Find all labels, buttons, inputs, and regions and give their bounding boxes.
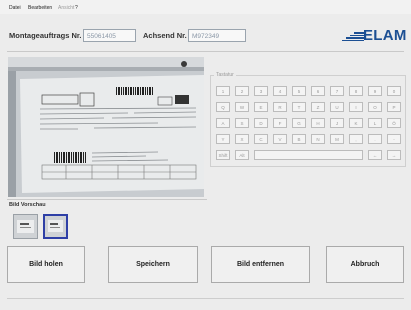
save-button[interactable]: Speichern — [108, 246, 198, 283]
preview-thumbnail-selected[interactable] — [43, 214, 68, 239]
key[interactable]: C — [254, 134, 268, 144]
key[interactable]: Q — [216, 102, 230, 112]
key[interactable]: Z — [311, 102, 325, 112]
key[interactable]: 9 — [368, 86, 382, 96]
keypad-title: Tastatur — [214, 72, 236, 78]
preview-thumbnail[interactable] — [13, 214, 38, 239]
header-divider — [7, 51, 404, 52]
shift-key[interactable]: Shift — [216, 150, 230, 160]
key[interactable]: M — [330, 134, 344, 144]
menu-help[interactable]: ? — [75, 5, 78, 11]
key[interactable]: 4 — [273, 86, 287, 96]
key[interactable]: 5 — [292, 86, 306, 96]
elam-logo: ELAM — [342, 27, 407, 44]
key[interactable]: V — [273, 134, 287, 144]
logo-bars-icon — [342, 32, 364, 42]
key[interactable]: E — [254, 102, 268, 112]
key[interactable]: R — [273, 102, 287, 112]
key[interactable]: F — [273, 118, 287, 128]
key[interactable]: H — [311, 118, 325, 128]
key[interactable]: K — [349, 118, 363, 128]
key[interactable]: S — [235, 118, 249, 128]
key[interactable]: A — [216, 118, 230, 128]
key[interactable]: 3 — [254, 86, 268, 96]
space-key[interactable] — [254, 150, 363, 160]
key[interactable]: N — [311, 134, 325, 144]
key[interactable]: - — [387, 134, 401, 144]
frame-number-field[interactable]: M972349 — [188, 29, 246, 42]
menu-ansicht[interactable]: Ansicht — [58, 5, 74, 11]
key[interactable]: Y — [216, 134, 230, 144]
camera-image — [8, 57, 204, 197]
key[interactable]: 7 — [330, 86, 344, 96]
key[interactable]: 2 — [235, 86, 249, 96]
key[interactable]: X — [235, 134, 249, 144]
logo-text: ELAM — [363, 27, 407, 44]
arrow-left-key[interactable]: ← — [368, 150, 382, 160]
key[interactable]: O — [368, 102, 382, 112]
arrow-right-key[interactable]: → — [387, 150, 401, 160]
key[interactable]: B — [292, 134, 306, 144]
key[interactable]: T — [292, 102, 306, 112]
menu-bar: Datei Bearbeiten Ansicht ? — [0, 0, 411, 14]
menu-bearbeiten[interactable]: Bearbeiten — [28, 5, 52, 11]
key[interactable]: P — [387, 102, 401, 112]
key[interactable]: G — [292, 118, 306, 128]
key[interactable]: 0 — [387, 86, 401, 96]
status-bar — [7, 298, 404, 307]
key[interactable]: Ö — [387, 118, 401, 128]
preview-divider — [7, 199, 207, 200]
key[interactable]: L — [368, 118, 382, 128]
order-number-field[interactable]: 55061405 — [83, 29, 136, 42]
key[interactable]: . — [368, 134, 382, 144]
remove-image-button[interactable]: Bild entfernen — [211, 246, 310, 283]
preview-label: Bild Vorschau — [9, 202, 46, 208]
key[interactable]: , — [349, 134, 363, 144]
key[interactable]: U — [330, 102, 344, 112]
frame-number-label: Achsend Nr. — [143, 31, 187, 40]
alt-key[interactable]: Alt — [235, 150, 249, 160]
key[interactable]: 8 — [349, 86, 363, 96]
key[interactable]: W — [235, 102, 249, 112]
key[interactable]: D — [254, 118, 268, 128]
menu-datei[interactable]: Datei — [9, 5, 21, 11]
key[interactable]: J — [330, 118, 344, 128]
key[interactable]: 1 — [216, 86, 230, 96]
get-image-button[interactable]: Bild holen — [7, 246, 85, 283]
key[interactable]: I — [349, 102, 363, 112]
cancel-button[interactable]: Abbruch — [326, 246, 404, 283]
key[interactable]: 6 — [311, 86, 325, 96]
order-number-label: Montageauftrags Nr. — [9, 31, 82, 40]
